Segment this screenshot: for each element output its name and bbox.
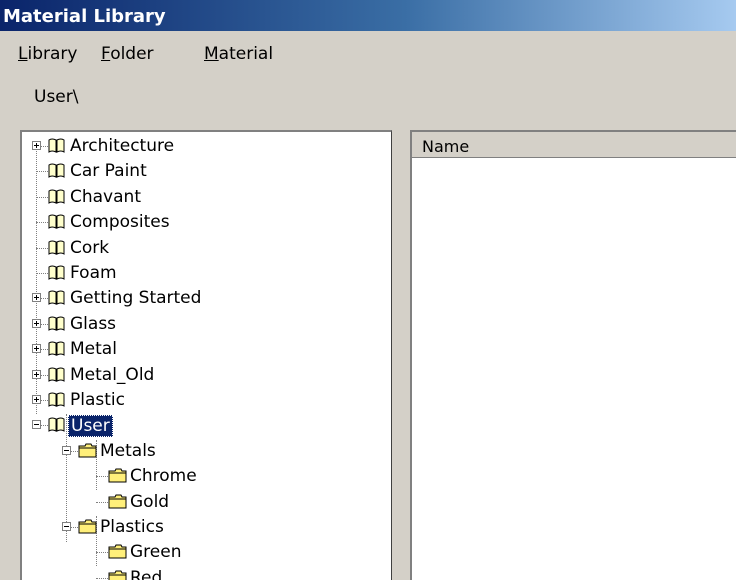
tree-item[interactable]: Metal_Old	[22, 364, 382, 386]
window-title: Material Library	[3, 6, 166, 27]
menu-folder[interactable]: Folder	[101, 44, 154, 64]
tree-item-label: Foam	[70, 263, 117, 283]
menu-material[interactable]: Material	[204, 44, 273, 64]
tree-item-label: Metal_Old	[70, 364, 155, 385]
tree-connector	[36, 273, 48, 274]
tree-item-label: Chrome	[130, 466, 197, 487]
tree-item[interactable]: Plastic	[22, 389, 382, 411]
tree-item[interactable]: Getting Started	[22, 287, 382, 309]
folder-icon	[78, 443, 97, 458]
tree-item-label: Gold	[130, 491, 170, 512]
tree-item[interactable]: Metals	[52, 440, 382, 462]
tree-item-label: Getting Started	[70, 288, 202, 309]
tree-item-label: Cork	[70, 237, 110, 258]
collapse-icon[interactable]	[62, 522, 71, 531]
tree-item[interactable]: Plastics	[52, 516, 382, 538]
tree-item[interactable]: Red	[82, 567, 382, 580]
tree-item-label: User	[68, 415, 113, 438]
tree-connector	[41, 146, 48, 147]
tree-item-label: Metal	[70, 339, 117, 360]
tree-item[interactable]: Glass	[22, 313, 382, 335]
tree-item-label: Green	[130, 542, 182, 563]
menu-library[interactable]: Library	[18, 44, 77, 64]
tree-item[interactable]: Chavant	[22, 186, 382, 208]
tree-connector	[96, 552, 108, 554]
tree-item-label: Plastic	[70, 390, 125, 410]
expand-icon[interactable]	[32, 318, 41, 328]
book-icon	[48, 138, 65, 153]
tree-item[interactable]: Green	[82, 541, 382, 563]
expand-icon[interactable]	[32, 141, 41, 150]
book-icon	[48, 392, 65, 407]
book-icon	[48, 341, 65, 357]
title-bar[interactable]: Material Library	[0, 0, 736, 31]
book-icon	[48, 367, 65, 382]
tree-connector	[36, 171, 48, 173]
tree-item[interactable]: Foam	[22, 262, 382, 284]
tree-item-label: Car Paint	[70, 161, 147, 182]
expand-icon[interactable]	[32, 344, 41, 354]
collapse-icon[interactable]	[62, 445, 71, 455]
folder-icon	[108, 544, 127, 559]
folder-icon	[108, 494, 127, 509]
book-icon	[48, 214, 65, 230]
tree-connector	[41, 400, 48, 401]
tree-item[interactable]: Cork	[22, 237, 382, 259]
book-icon	[48, 163, 65, 179]
tree-item[interactable]: Metal	[22, 338, 382, 360]
tree-connector	[96, 476, 108, 478]
tree-connector	[36, 247, 48, 249]
tree-connector	[41, 374, 48, 376]
current-path: User\	[34, 87, 79, 107]
tree-connector	[96, 501, 108, 503]
book-icon	[48, 265, 65, 280]
collapse-icon[interactable]	[32, 420, 41, 430]
book-icon	[48, 240, 65, 255]
folder-icon	[108, 570, 127, 580]
tree-item[interactable]: Chrome	[82, 465, 382, 487]
tree-connector	[96, 577, 108, 579]
folder-icon	[78, 519, 97, 534]
tree-item-label: Metals	[100, 440, 156, 461]
tree-item-label: Glass	[70, 313, 117, 334]
column-header-name[interactable]: Name	[412, 132, 736, 158]
tree-item[interactable]: Gold	[82, 491, 382, 513]
tree-connector	[71, 450, 78, 452]
tree-connector	[36, 196, 48, 198]
book-icon	[48, 189, 65, 204]
tree-connector	[41, 425, 48, 427]
tree-connector	[41, 298, 48, 300]
tree-item-label: Red	[130, 567, 163, 580]
tree-connector	[41, 323, 48, 325]
tree-item[interactable]: User	[22, 414, 382, 438]
tree-connector	[41, 349, 48, 351]
book-icon	[48, 290, 65, 306]
material-list[interactable]: Name	[410, 130, 736, 580]
expand-icon[interactable]	[32, 293, 41, 303]
expand-icon[interactable]	[32, 369, 41, 379]
tree-item[interactable]: Composites	[22, 211, 382, 233]
book-icon	[48, 316, 65, 331]
tree-item-label: Plastics	[100, 517, 164, 537]
tree-item-label: Chavant	[70, 186, 141, 207]
library-tree[interactable]: Architecture Car Paint Chavant Composites Co…	[20, 130, 392, 580]
folder-icon	[108, 468, 127, 483]
tree-connector	[36, 222, 48, 224]
tree-item[interactable]: Car Paint	[22, 160, 382, 182]
expand-icon[interactable]	[32, 395, 41, 404]
tree-connector	[71, 527, 78, 528]
tree-item-label: Architecture	[70, 136, 175, 156]
tree-item-label: Composites	[70, 212, 170, 233]
tree-item[interactable]: Architecture	[22, 135, 382, 157]
book-icon	[48, 417, 65, 433]
